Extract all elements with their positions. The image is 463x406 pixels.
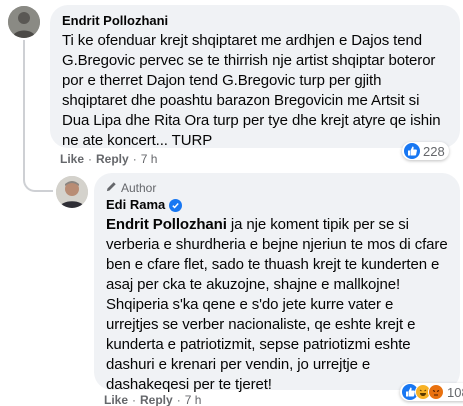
- separator: ·: [176, 393, 181, 406]
- avatar-endrit[interactable]: [8, 6, 40, 38]
- reply-text: Endrit Pollozhani ja nje koment tipik pe…: [106, 215, 448, 395]
- comment-like-link[interactable]: Like: [60, 152, 84, 166]
- comment-reactions[interactable]: 228: [402, 142, 449, 160]
- separator: ·: [132, 393, 137, 406]
- separator: ·: [88, 152, 93, 166]
- reply-reaction-count: 108: [447, 384, 463, 400]
- reply-reactions[interactable]: 108: [400, 383, 463, 401]
- reply-actions: Like · Reply · 7 h: [104, 393, 201, 406]
- comment-reply-link[interactable]: Reply: [96, 152, 129, 166]
- comment-time[interactable]: 7 h: [141, 152, 158, 166]
- reply-reply-link[interactable]: Reply: [140, 393, 173, 406]
- comment-author[interactable]: Endrit Pollozhani: [62, 13, 448, 29]
- author-badge: Author: [106, 181, 448, 195]
- thread-connector: [23, 40, 53, 192]
- author-badge-label: Author: [121, 181, 157, 195]
- avatar-edi-rama[interactable]: [56, 176, 88, 208]
- comment-reaction-count: 228: [423, 143, 445, 159]
- reaction-stack: [402, 384, 444, 400]
- comment-bubble: Endrit Pollozhani Ti ke ofenduar krejt s…: [50, 5, 460, 149]
- pen-icon: [106, 181, 117, 195]
- comment-text: Ti ke ofenduar krejt shqiptaret me ardhj…: [62, 32, 441, 149]
- verified-badge-icon: [169, 198, 183, 212]
- reply-author[interactable]: Edi Rama: [106, 197, 165, 213]
- reply-bubble: Author Edi Rama Endrit Pollozhani ja nje…: [94, 173, 460, 393]
- like-reaction-icon: [404, 143, 420, 159]
- comment-actions: Like · Reply · 7 h: [60, 152, 157, 166]
- reply-mention[interactable]: Endrit Pollozhani: [106, 216, 227, 233]
- reply-body: ja nje koment tipik per se si verberia e…: [106, 216, 448, 393]
- separator: ·: [132, 152, 137, 166]
- reply-time[interactable]: 7 h: [185, 393, 202, 406]
- reply-like-link[interactable]: Like: [104, 393, 128, 406]
- angry-reaction-icon: [428, 384, 444, 400]
